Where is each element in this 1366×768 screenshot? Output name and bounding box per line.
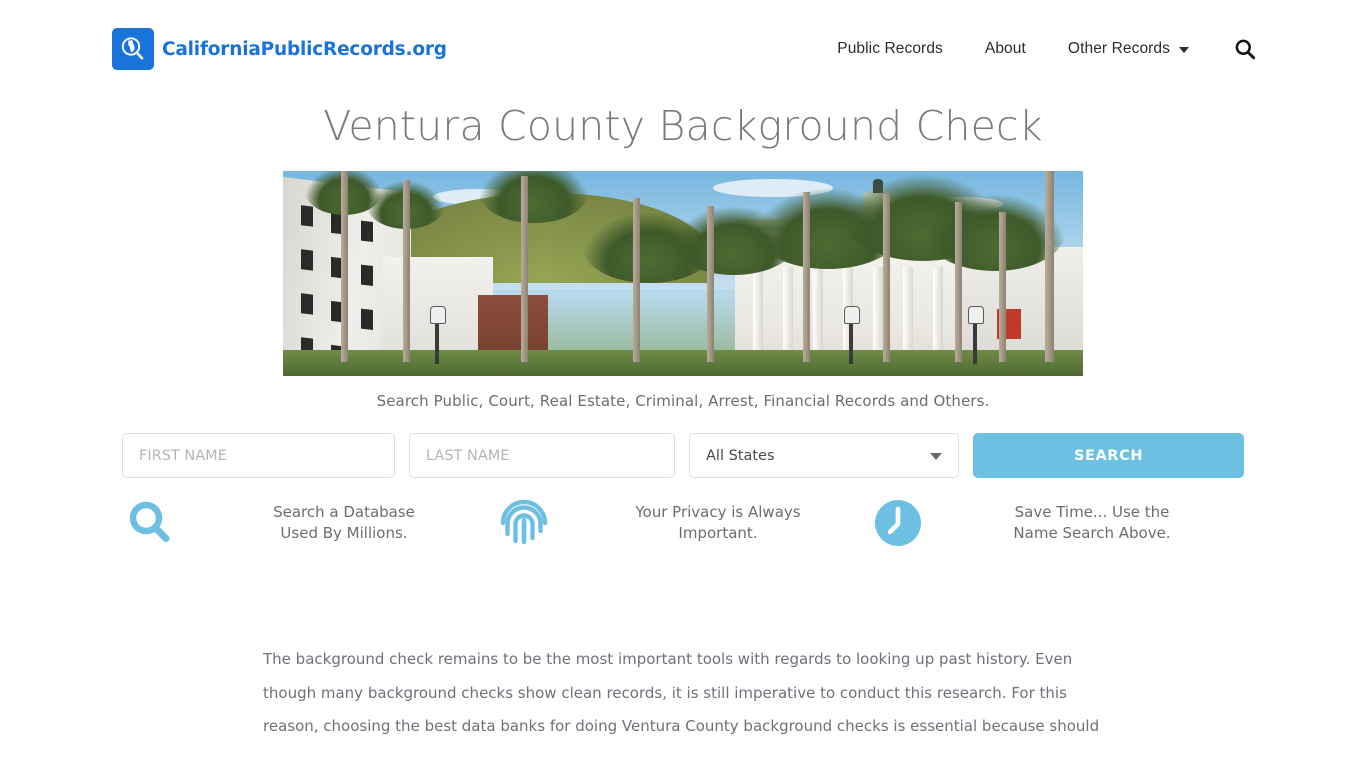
feature-text: Your Privacy is Always Important.	[570, 502, 870, 545]
nav-item-label: Other Records	[1067, 40, 1170, 57]
search-submit-button[interactable]: SEARCH	[973, 433, 1244, 479]
feature-item-save-time: Save Time... Use the Name Search Above.	[870, 495, 1244, 551]
nav-item-label: Public Records	[837, 40, 943, 57]
feature-text: Search a Database Used By Millions.	[196, 502, 496, 545]
article-paragraph: The background check remains to be the m…	[263, 650, 1100, 736]
state-select-wrapper: All States	[689, 433, 959, 479]
feature-line-1: Search a Database	[273, 502, 415, 521]
nav-item-other-records[interactable]: Other Records	[1047, 36, 1210, 62]
nav-item-about[interactable]: About	[964, 36, 1047, 62]
chevron-down-icon	[1179, 47, 1189, 53]
feature-line-2: Name Search Above.	[1013, 524, 1171, 543]
magnifier-california-icon	[112, 28, 154, 70]
state-select[interactable]: All States	[689, 433, 959, 479]
site-logo-text: CaliforniaPublicRecords.org	[162, 38, 447, 60]
hero-banner-image	[283, 171, 1083, 377]
feature-line-1: Your Privacy is Always	[635, 502, 801, 521]
site-header: CaliforniaPublicRecords.org Public Recor…	[0, 0, 1366, 96]
feature-item-database: Search a Database Used By Millions.	[122, 495, 496, 551]
records-search-form: All States SEARCH	[122, 433, 1244, 479]
feature-text: Save Time... Use the Name Search Above.	[944, 502, 1244, 545]
nav-item-label: About	[984, 40, 1026, 57]
feature-item-privacy: Your Privacy is Always Important.	[496, 495, 870, 551]
feature-strip: Search a Database Used By Millions. Your…	[122, 495, 1244, 551]
search-icon	[1235, 39, 1256, 60]
search-icon	[122, 495, 178, 551]
hero-subtitle: Search Public, Court, Real Estate, Crimi…	[376, 392, 990, 411]
first-name-input[interactable]	[122, 433, 395, 479]
site-logo-link[interactable]: CaliforniaPublicRecords.org	[112, 28, 447, 70]
main-navigation: Public Records About Other Records	[816, 36, 1256, 62]
clock-icon	[870, 495, 926, 551]
page-title: Ventura County Background Check	[323, 102, 1043, 150]
article-body: The background check remains to be the m…	[263, 643, 1103, 744]
feature-line-1: Save Time... Use the	[1014, 502, 1170, 521]
header-search-button[interactable]	[1234, 38, 1256, 60]
feature-line-2: Used By Millions.	[280, 524, 408, 543]
feature-line-2: Important.	[678, 524, 758, 543]
fingerprint-icon	[496, 495, 552, 551]
last-name-input[interactable]	[409, 433, 675, 479]
nav-item-public-records[interactable]: Public Records	[816, 36, 964, 62]
